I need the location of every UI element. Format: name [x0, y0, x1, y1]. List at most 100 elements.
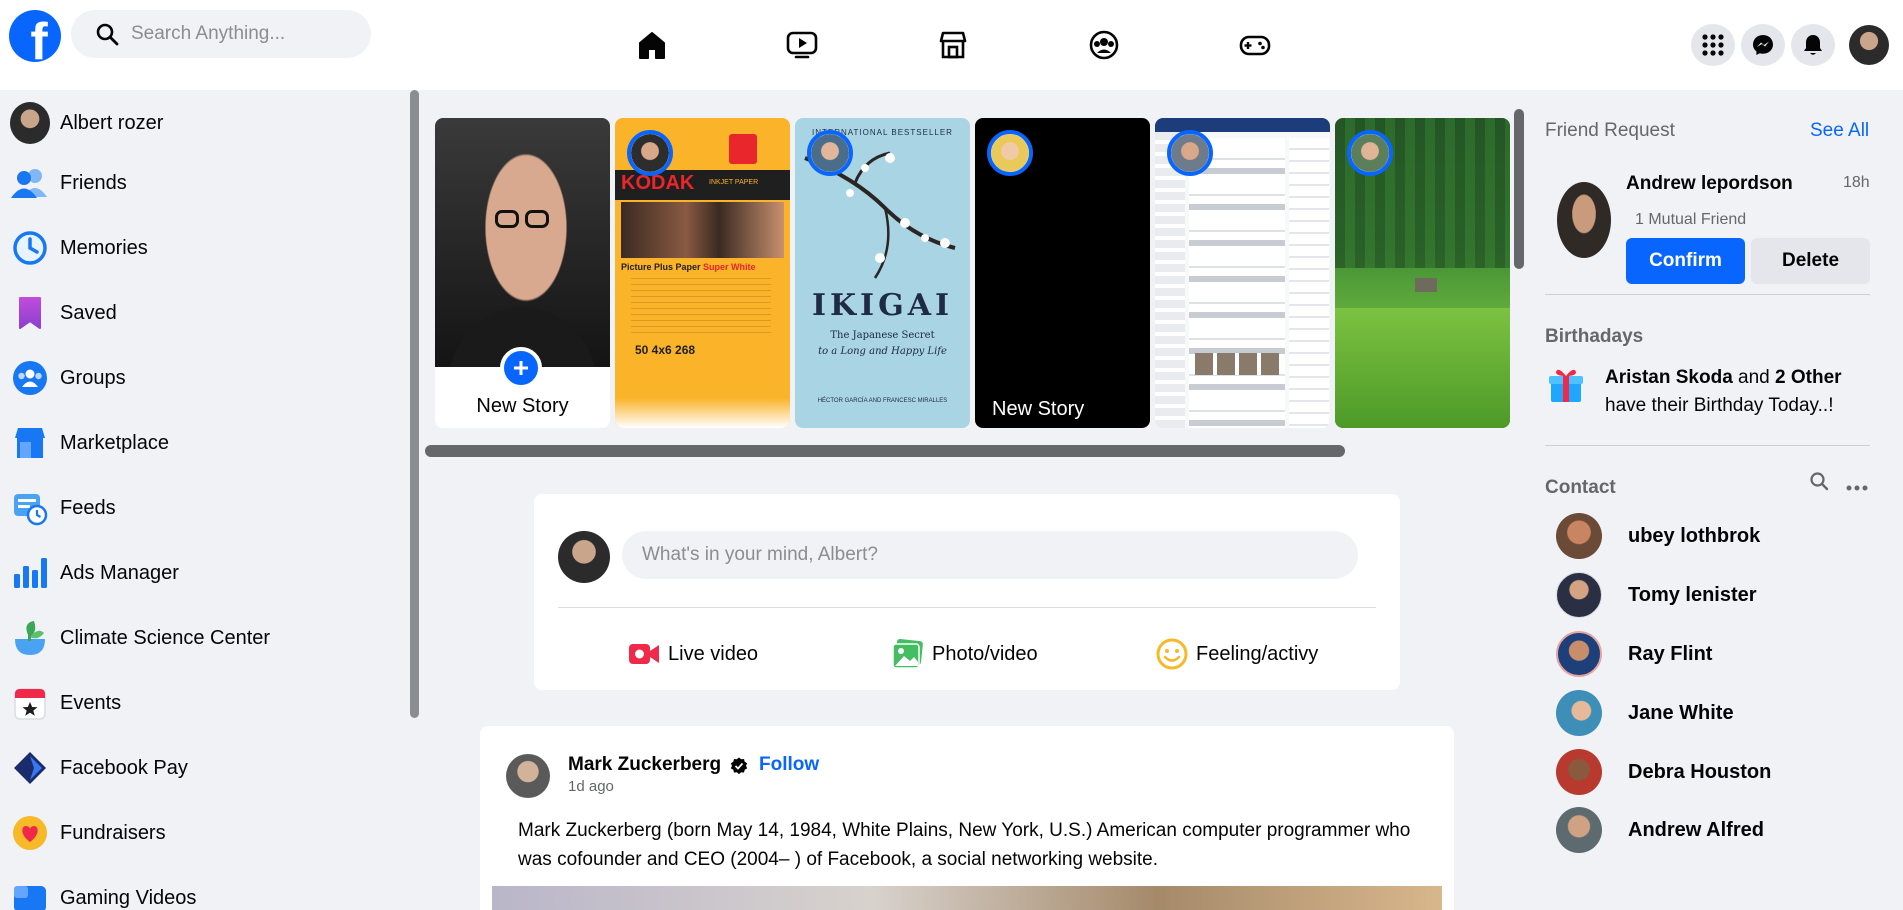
feeds-icon: [10, 488, 50, 528]
story-card-screenshot[interactable]: [1155, 118, 1330, 428]
sidebar-item-friends[interactable]: Friends: [10, 158, 390, 208]
post-image[interactable]: [492, 886, 1442, 910]
stories-horizontal-scrollbar[interactable]: [425, 445, 1345, 457]
messenger-icon: [1753, 35, 1773, 55]
sidebar-item-label: Saved: [60, 301, 117, 324]
search-box[interactable]: [71, 10, 371, 58]
menu-grid-button[interactable]: [1691, 24, 1735, 66]
friend-request-name[interactable]: Andrew lepordson: [1626, 173, 1793, 195]
events-icon: [10, 683, 50, 723]
new-story-label: New Story: [992, 398, 1085, 420]
sidebar-item-feeds[interactable]: Feeds: [10, 483, 390, 533]
live-video-button[interactable]: Live video: [628, 636, 758, 672]
sidebar-item-climate-science-center[interactable]: Climate Science Center: [10, 613, 390, 663]
book-subtitle-1: The Japanese Secret: [830, 330, 935, 341]
contact-avatar: [1556, 690, 1602, 736]
main-vertical-scrollbar[interactable]: [1514, 109, 1524, 269]
sidebar-item-memories[interactable]: Memories: [10, 223, 390, 273]
post-text: Mark Zuckerberg (born May 14, 1984, Whit…: [518, 820, 1411, 870]
contact-search-icon[interactable]: [1809, 471, 1829, 496]
gaming-icon[interactable]: [1234, 24, 1276, 66]
mutual-friends[interactable]: 1 Mutual Friend: [1635, 211, 1746, 229]
contact-item[interactable]: Jane White: [1556, 688, 1856, 738]
composer-input[interactable]: [622, 531, 1358, 579]
sidebar-item-label: Facebook Pay: [60, 756, 188, 779]
search-icon: [96, 23, 119, 46]
sidebar-item-marketplace[interactable]: Marketplace: [10, 418, 390, 468]
watch-icon[interactable]: [781, 24, 823, 66]
contact-avatar: [1556, 513, 1602, 559]
post-author-avatar[interactable]: [506, 754, 550, 798]
birthdays-title: Birthadays: [1545, 326, 1644, 347]
kodak-photo: [621, 202, 784, 258]
forest-hut: [1415, 278, 1437, 292]
photo-video-button[interactable]: Photo/video: [892, 636, 1038, 672]
contact-avatar: [1556, 631, 1602, 677]
contact-more-options-icon[interactable]: [1846, 478, 1868, 496]
add-story-button[interactable]: [500, 347, 542, 389]
home-icon[interactable]: [631, 24, 673, 66]
friend-request-avatar[interactable]: [1557, 182, 1611, 258]
book-subtitle-2: to a Long and Happy Life: [818, 346, 947, 357]
story-card-ikigai[interactable]: INTERNATIONAL BESTSELLER IKIGAI The Japa…: [795, 118, 970, 428]
story-avatar: [627, 130, 673, 176]
sidebar-item-gaming-videos[interactable]: Gaming Videos: [10, 873, 390, 910]
sidebar-item-label: Feeds: [60, 496, 116, 519]
sidebar-item-label: Albert rozer: [60, 111, 164, 134]
contact-name: Ray Flint: [1628, 642, 1713, 665]
post-timestamp[interactable]: 1d ago: [568, 778, 614, 795]
facebook-logo-letter: f: [30, 13, 48, 62]
sidebar-item-saved[interactable]: Saved: [10, 288, 390, 338]
create-story-card[interactable]: New Story: [435, 118, 610, 428]
sidebar-item-ads-manager[interactable]: Ads Manager: [10, 548, 390, 598]
friend-request-time: 18h: [1843, 174, 1870, 191]
notifications-button[interactable]: [1791, 24, 1835, 66]
sidebar-item-profile[interactable]: Albert rozer: [10, 98, 390, 148]
sidebar-item-facebook-pay[interactable]: Facebook Pay: [10, 743, 390, 793]
marketplace-icon[interactable]: [932, 24, 974, 66]
contact-name: Tomy lenister: [1628, 583, 1757, 606]
screenshot-topbar: [1155, 118, 1330, 132]
glasses-right: [525, 210, 549, 228]
climate-icon: [10, 618, 50, 658]
contact-name: Andrew Alfred: [1628, 818, 1764, 841]
messenger-button[interactable]: [1741, 24, 1785, 66]
search-input[interactable]: [131, 23, 351, 45]
screenshot-thumbnails: [1195, 353, 1279, 375]
contact-avatar: [1556, 749, 1602, 795]
bell-icon: [1804, 35, 1822, 55]
gaming-videos-icon: [10, 878, 50, 910]
facebook-logo[interactable]: f: [9, 10, 61, 62]
contact-item[interactable]: Andrew Alfred: [1556, 805, 1856, 855]
sidebar-item-fundraisers[interactable]: Fundraisers: [10, 808, 390, 858]
friends-icon: [10, 163, 50, 203]
birthday-others[interactable]: 2 Other: [1775, 367, 1842, 388]
kodak-bottom: [615, 398, 790, 428]
contact-item[interactable]: Ray Flint: [1556, 629, 1856, 679]
verified-badge-icon: [730, 757, 748, 775]
contact-item[interactable]: Tomy lenister: [1556, 570, 1856, 620]
see-all-link[interactable]: See All: [1810, 120, 1869, 142]
feeling-activity-button[interactable]: Feeling/activy: [1156, 636, 1318, 672]
follow-button[interactable]: Follow: [759, 754, 819, 776]
divider: [1545, 294, 1870, 295]
composer-divider: [558, 607, 1376, 608]
sidebar-item-events[interactable]: Events: [10, 678, 390, 728]
story-card-new-story[interactable]: New Story: [975, 118, 1150, 428]
post-author-name[interactable]: Mark Zuckerberg: [568, 754, 721, 776]
sidebar-scrollbar[interactable]: [410, 90, 419, 718]
contact-name: Debra Houston: [1628, 760, 1772, 783]
photo-video-label: Photo/video: [932, 642, 1038, 665]
contact-item[interactable]: Debra Houston: [1556, 747, 1856, 797]
birthday-name[interactable]: Aristan Skoda: [1605, 367, 1733, 388]
contact-item[interactable]: ubey lothbrok: [1556, 511, 1856, 561]
account-avatar[interactable]: [1849, 25, 1889, 65]
delete-button[interactable]: Delete: [1751, 238, 1870, 284]
confirm-button[interactable]: Confirm: [1626, 238, 1745, 284]
top-navigation-bar: f: [0, 0, 1903, 90]
story-card-forest[interactable]: [1335, 118, 1510, 428]
story-card-kodak[interactable]: KODAK INKJET PAPER Picture Plus Paper Su…: [615, 118, 790, 428]
groups-icon[interactable]: [1083, 24, 1125, 66]
sidebar-item-groups[interactable]: Groups: [10, 353, 390, 403]
post-composer: Live video Photo/video Feeling/activy: [534, 494, 1400, 690]
